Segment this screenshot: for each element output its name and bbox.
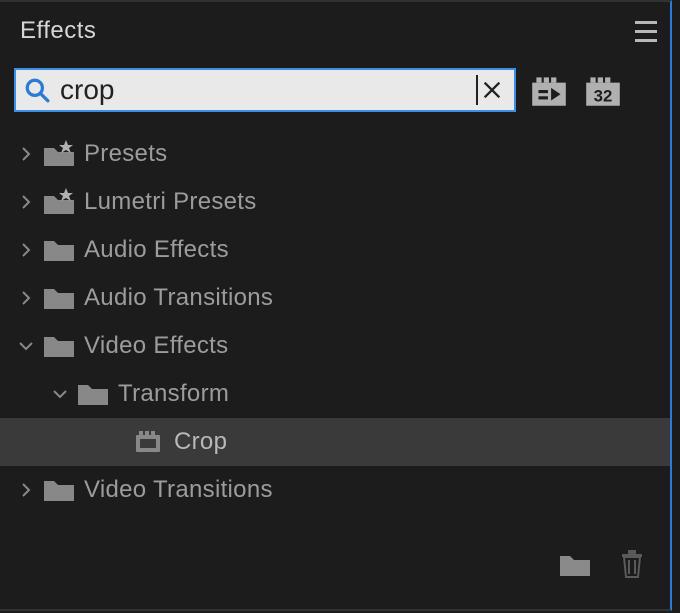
- preset-32-icon[interactable]: 32: [582, 69, 624, 111]
- tree-item-label: Video Transitions: [84, 476, 273, 504]
- folder-icon: [38, 285, 80, 311]
- svg-text:32: 32: [594, 87, 613, 106]
- tree-item-label: Video Effects: [84, 332, 228, 360]
- search-icon: [24, 77, 50, 103]
- effects-panel: Effects: [0, 0, 672, 611]
- tree-folder-presets[interactable]: Presets: [0, 130, 670, 178]
- tree-item-label: Audio Effects: [84, 236, 229, 264]
- tree-item-label: Lumetri Presets: [84, 188, 257, 216]
- effect-brick-icon: [128, 429, 170, 455]
- tree-item-label: Presets: [84, 140, 167, 168]
- chevron-right-icon[interactable]: [14, 146, 38, 162]
- chevron-right-icon[interactable]: [14, 194, 38, 210]
- panel-title: Effects: [20, 17, 96, 45]
- folder-star-icon: [38, 188, 80, 216]
- tree-item-label: Crop: [174, 428, 227, 456]
- search-row: 32: [0, 60, 670, 126]
- tree-effect-crop[interactable]: Crop: [0, 418, 670, 466]
- preset-play-icon[interactable]: [528, 69, 570, 111]
- chevron-down-icon[interactable]: [48, 386, 72, 402]
- trash-icon[interactable]: [618, 548, 646, 587]
- clear-search-button[interactable]: [478, 76, 506, 104]
- panel-footer: [558, 548, 646, 587]
- new-bin-folder-icon[interactable]: [558, 550, 592, 585]
- tree-item-label: Transform: [118, 380, 229, 408]
- folder-icon: [38, 237, 80, 263]
- tree-folder-audio-effects[interactable]: Audio Effects: [0, 226, 670, 274]
- chevron-right-icon[interactable]: [14, 242, 38, 258]
- search-box[interactable]: [14, 68, 516, 112]
- folder-icon: [38, 477, 80, 503]
- chevron-right-icon[interactable]: [14, 290, 38, 306]
- tree-folder-lumetri-presets[interactable]: Lumetri Presets: [0, 178, 670, 226]
- tree-item-label: Audio Transitions: [84, 284, 273, 312]
- chevron-down-icon[interactable]: [14, 338, 38, 354]
- tree-folder-video-transitions[interactable]: Video Transitions: [0, 466, 670, 514]
- folder-icon: [38, 333, 80, 359]
- effects-tree: Presets Lumetri Presets Audio Effects: [0, 126, 670, 514]
- tree-folder-transform[interactable]: Transform: [0, 370, 670, 418]
- tree-folder-audio-transitions[interactable]: Audio Transitions: [0, 274, 670, 322]
- folder-icon: [72, 381, 114, 407]
- menu-icon[interactable]: [630, 15, 662, 47]
- search-input[interactable]: [50, 70, 482, 110]
- tree-folder-video-effects[interactable]: Video Effects: [0, 322, 670, 370]
- chevron-right-icon[interactable]: [14, 482, 38, 498]
- folder-star-icon: [38, 140, 80, 168]
- panel-header: Effects: [0, 2, 670, 60]
